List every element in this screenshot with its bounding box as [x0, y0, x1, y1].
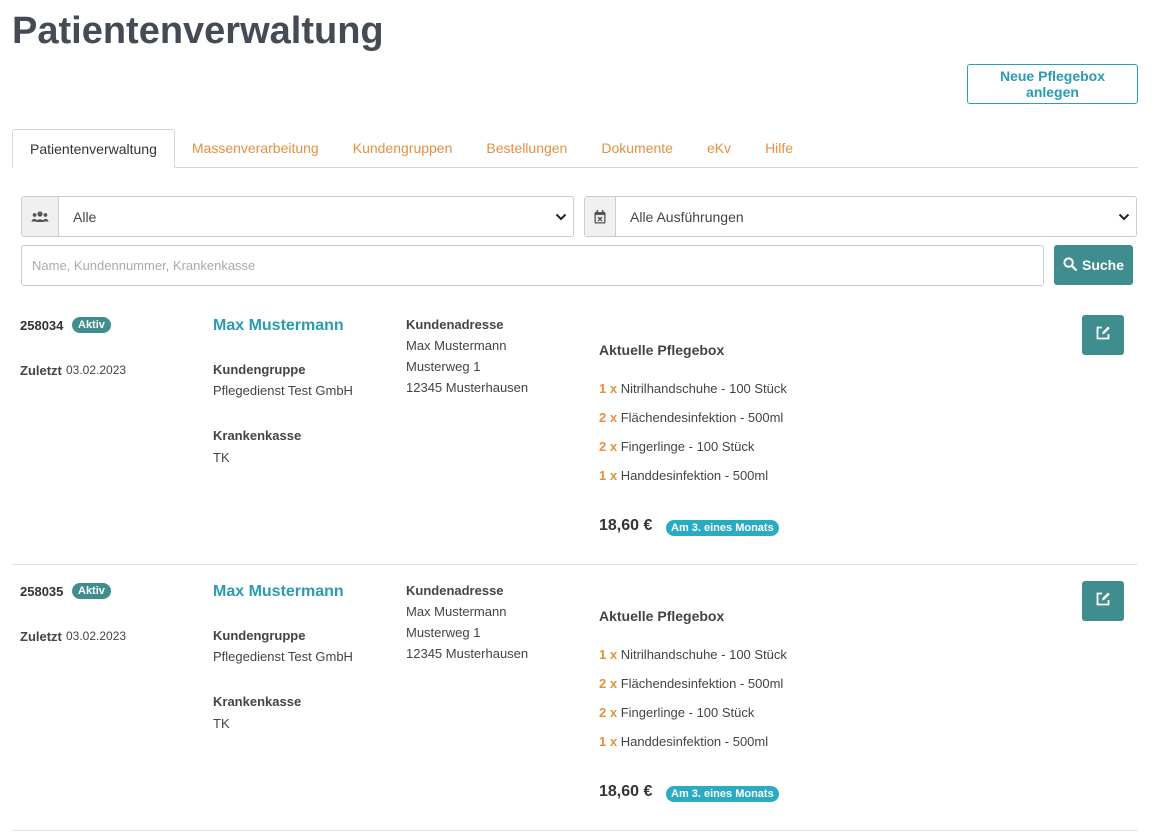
- address-label: Kundenadresse: [406, 317, 504, 332]
- item-qty: 1 x: [599, 468, 618, 483]
- item-qty: 2 x: [599, 410, 618, 425]
- patient-id: 258035: [20, 584, 64, 599]
- insurance-label: Krankenkasse: [213, 428, 302, 443]
- patient-card: 258035 Aktiv Zuletzt 03.02.2023 Max Must…: [12, 565, 1138, 831]
- execution-select[interactable]: Alle Ausführungen: [584, 196, 1137, 237]
- current-box-title: Aktuelle Pflegebox: [599, 342, 725, 358]
- tab-bar: Patientenverwaltung Massenverarbeitung K…: [12, 128, 1138, 168]
- schedule-badge: Am 3. eines Monats: [666, 520, 779, 536]
- insurance-value: TK: [213, 450, 230, 465]
- users-icon: [22, 197, 59, 236]
- box-item: 2 x Flächendesinfektion - 500ml: [599, 676, 783, 691]
- tab-bestellungen[interactable]: Bestellungen: [469, 129, 584, 167]
- search-button-label: Suche: [1081, 257, 1124, 273]
- item-name: Flächendesinfektion - 500ml: [620, 410, 784, 425]
- box-item: 2 x Fingerlinge - 100 Stück: [599, 439, 754, 454]
- tab-dokumente[interactable]: Dokumente: [584, 129, 690, 167]
- box-item: 2 x Fingerlinge - 100 Stück: [599, 705, 754, 720]
- patient-name[interactable]: Max Mustermann: [213, 583, 344, 601]
- group-select-value: Alle: [73, 208, 97, 225]
- patient-name[interactable]: Max Mustermann: [213, 317, 344, 335]
- customer-group-label: Kundengruppe: [213, 362, 306, 377]
- customer-group-value: Pflegedienst Test GmbH: [213, 383, 353, 398]
- item-name: Nitrilhandschuhe - 100 Stück: [620, 647, 787, 662]
- execution-select-value: Alle Ausführungen: [630, 208, 744, 225]
- box-item: 1 x Handdesinfektion - 500ml: [599, 734, 768, 749]
- box-item: 1 x Nitrilhandschuhe - 100 Stück: [599, 381, 787, 396]
- item-qty: 1 x: [599, 734, 618, 749]
- edit-button[interactable]: [1082, 315, 1124, 355]
- tab-kundengruppen[interactable]: Kundengruppen: [336, 129, 470, 167]
- new-pflegebox-button[interactable]: Neue Pflegebox anlegen: [967, 64, 1138, 104]
- tab-massenverarbeitung[interactable]: Massenverarbeitung: [175, 129, 336, 167]
- item-name: Flächendesinfektion - 500ml: [620, 676, 784, 691]
- box-price: 18,60 €: [599, 517, 653, 534]
- tab-ekv[interactable]: eKv: [690, 129, 748, 167]
- box-item: 2 x Flächendesinfektion - 500ml: [599, 410, 783, 425]
- status-badge: Aktiv: [72, 317, 111, 333]
- group-select[interactable]: Alle: [21, 196, 574, 237]
- address-label: Kundenadresse: [406, 583, 504, 598]
- last-date: 03.02.2023: [66, 363, 127, 377]
- last-label: Zuletzt: [20, 629, 62, 644]
- chevron-down-icon: [1112, 197, 1136, 236]
- address-line: 12345 Musterhausen: [406, 646, 529, 661]
- patient-id: 258034: [20, 318, 64, 333]
- item-name: Handdesinfektion - 500ml: [620, 734, 769, 749]
- item-qty: 1 x: [599, 647, 618, 662]
- item-qty: 2 x: [599, 676, 618, 691]
- page-title: Patientenverwaltung: [12, 10, 384, 52]
- insurance-value: TK: [213, 716, 230, 731]
- edit-icon: [1095, 591, 1111, 612]
- item-name: Nitrilhandschuhe - 100 Stück: [620, 381, 787, 396]
- tab-patientenverwaltung[interactable]: Patientenverwaltung: [12, 129, 175, 168]
- box-item: 1 x Nitrilhandschuhe - 100 Stück: [599, 647, 787, 662]
- box-price: 18,60 €: [599, 783, 653, 800]
- item-qty: 1 x: [599, 381, 618, 396]
- address-line: Max Mustermann: [406, 604, 507, 619]
- search-input[interactable]: [21, 245, 1044, 286]
- current-box-title: Aktuelle Pflegebox: [599, 608, 725, 624]
- item-qty: 2 x: [599, 705, 618, 720]
- box-item: 1 x Handdesinfektion - 500ml: [599, 468, 768, 483]
- item-qty: 2 x: [599, 439, 618, 454]
- status-badge: Aktiv: [72, 583, 111, 599]
- last-date: 03.02.2023: [66, 629, 127, 643]
- address-line: Max Mustermann: [406, 338, 507, 353]
- customer-group-label: Kundengruppe: [213, 628, 306, 643]
- patient-card: 258034 Aktiv Zuletzt 03.02.2023 Max Must…: [12, 299, 1138, 565]
- last-label: Zuletzt: [20, 363, 62, 378]
- address-line: Musterweg 1: [406, 359, 481, 374]
- search-button[interactable]: Suche: [1054, 245, 1133, 285]
- chevron-down-icon: [549, 197, 573, 236]
- tab-hilfe[interactable]: Hilfe: [748, 129, 810, 167]
- calendar-x-icon: [585, 197, 616, 236]
- insurance-label: Krankenkasse: [213, 694, 302, 709]
- address-line: Musterweg 1: [406, 625, 481, 640]
- schedule-badge: Am 3. eines Monats: [666, 786, 779, 802]
- edit-icon: [1095, 325, 1111, 346]
- search-icon: [1063, 256, 1077, 274]
- item-name: Fingerlinge - 100 Stück: [620, 705, 755, 720]
- item-name: Handdesinfektion - 500ml: [620, 468, 769, 483]
- address-line: 12345 Musterhausen: [406, 380, 529, 395]
- item-name: Fingerlinge - 100 Stück: [620, 439, 755, 454]
- edit-button[interactable]: [1082, 581, 1124, 621]
- customer-group-value: Pflegedienst Test GmbH: [213, 649, 353, 664]
